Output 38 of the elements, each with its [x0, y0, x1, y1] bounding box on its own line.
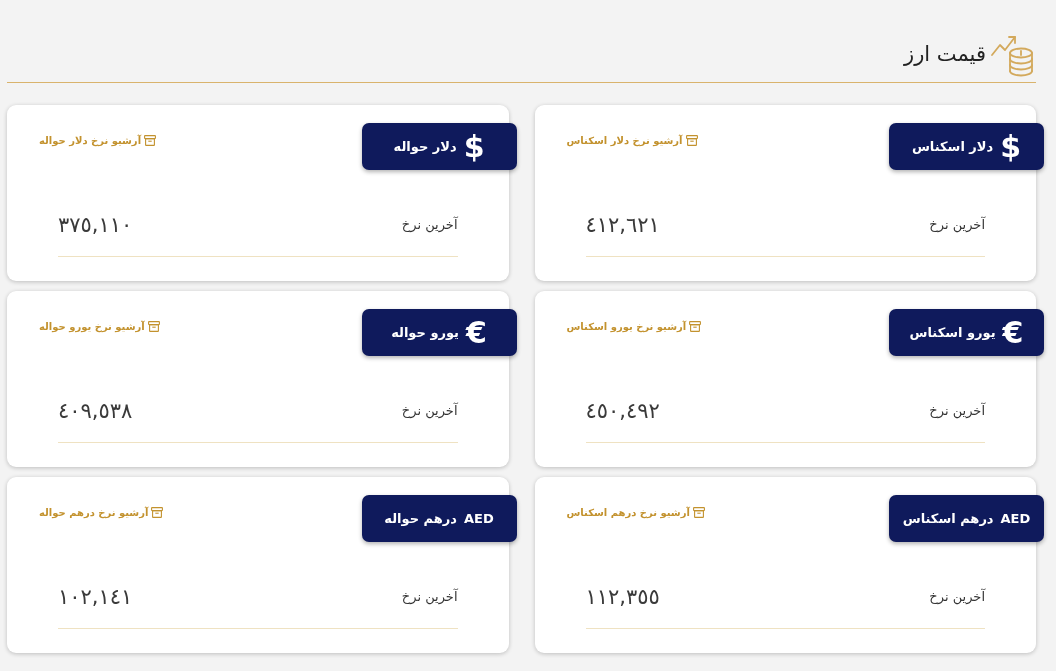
archive-icon [151, 507, 164, 518]
archive-icon [144, 135, 157, 146]
currency-code: AED [1000, 512, 1031, 525]
currency-name: دلار اسکناس [911, 139, 994, 154]
currency-name: درهم حواله [384, 511, 457, 526]
rate-label: آخرین نرخ [929, 217, 985, 232]
archive-link[interactable]: آرشیو نرخ دلار حواله [39, 135, 157, 146]
currency-symbol: $ [463, 131, 485, 162]
currency-symbol: $ [1000, 131, 1022, 162]
rate-label: آخرین نرخ [929, 403, 985, 418]
archive-link[interactable]: آرشیو نرخ یورو اسکناس [566, 321, 702, 332]
archive-icon [692, 507, 705, 518]
rate-value: ١١٢,٣٥٥ [585, 584, 660, 609]
currency-symbol: € [1002, 317, 1024, 348]
coins-arrow-icon [990, 33, 1036, 77]
rate-value: ٣٧٥,١١٠ [58, 212, 133, 237]
currency-name: درهم اسکناس [902, 511, 994, 526]
rate-label: آخرین نرخ [401, 589, 458, 604]
rate-value: ٤١٢,٦٢١ [585, 212, 660, 237]
rate-label: آخرین نرخ [401, 403, 458, 418]
archive-icon [689, 321, 702, 332]
currency-code: AED [463, 512, 494, 525]
rate-value: ٤٥٠,٤٩٢ [585, 398, 660, 423]
archive-icon [147, 321, 160, 332]
page-title: قیمت ارز [904, 42, 986, 68]
currency-name: یورو اسکناس [909, 325, 996, 340]
archive-link[interactable]: آرشیو نرخ درهم اسکناس [566, 507, 705, 518]
rate-value: ٤٠٩,٥٣٨ [58, 398, 133, 423]
rate-label: آخرین نرخ [401, 217, 458, 232]
rate-label: آخرین نرخ [929, 589, 985, 604]
currency-symbol: € [466, 317, 487, 348]
archive-icon [685, 135, 698, 146]
rate-value: ١٠٢,١٤١ [58, 584, 133, 609]
currency-name: دلار حواله [393, 139, 457, 154]
currency-name: یورو حواله [391, 325, 459, 340]
archive-link[interactable]: آرشیو نرخ دلار اسکناس [566, 135, 698, 146]
archive-link[interactable]: آرشیو نرخ درهم حواله [39, 507, 164, 518]
archive-link[interactable]: آرشیو نرخ یورو حواله [39, 321, 160, 332]
